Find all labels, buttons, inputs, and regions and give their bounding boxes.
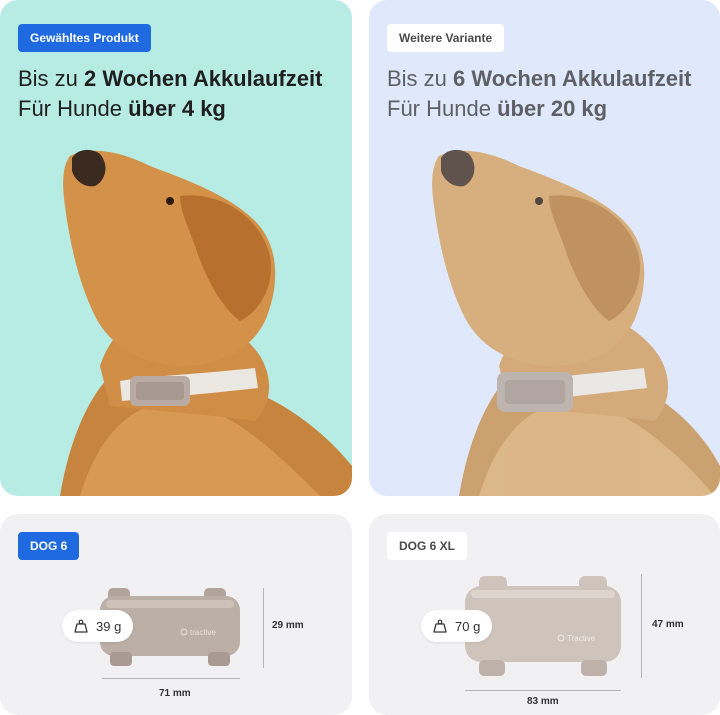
dog-with-xl-collar-image <box>432 149 720 496</box>
dog6xl-weight-value: 70 g <box>455 618 481 634</box>
alternative-product-headline: Bis zu 6 Wochen Akkulaufzeit Für Hunde ü… <box>387 64 691 124</box>
dog6-weight-value: 39 g <box>96 618 122 634</box>
weight-prefix: Für Hunde <box>18 96 129 121</box>
dog6-brand-label: tractive <box>190 628 216 637</box>
dog6-spec-card[interactable]: DOG 6 tractive 39 g 29 mm 71 mm <box>0 514 352 715</box>
dog6-badge: DOG 6 <box>18 532 80 560</box>
dog6xl-badge: DOG 6 XL <box>387 532 468 560</box>
dog-weight: über 4 kg <box>128 96 226 121</box>
alternative-product-badge: Weitere Variante <box>387 24 505 52</box>
dog6xl-height-line <box>641 574 642 678</box>
dog6xl-height-value: 47 mm <box>652 619 684 630</box>
dog-with-collar-image <box>60 149 352 496</box>
dog6xl-width-line <box>465 690 621 691</box>
battery-life: 2 Wochen Akkulaufzeit <box>84 66 323 91</box>
selected-product-badge: Gewähltes Produkt <box>18 24 151 52</box>
battery-prefix: Bis zu <box>18 66 85 91</box>
dog6xl-width-value: 83 mm <box>527 696 559 707</box>
dog6xl-spec-card[interactable]: DOG 6 XL Tractive 70 g 47 mm 83 mm <box>369 514 720 715</box>
dog6-weight-pill: 39 g <box>62 610 134 642</box>
weight-icon <box>433 619 447 633</box>
weight-prefix: Für Hunde <box>387 96 498 121</box>
dog6-width-value: 71 mm <box>159 688 191 699</box>
dog6-height-line <box>263 588 264 668</box>
battery-prefix: Bis zu <box>387 66 454 91</box>
dog6-width-line <box>102 678 240 679</box>
weight-icon <box>74 619 88 633</box>
battery-life: 6 Wochen Akkulaufzeit <box>453 66 692 91</box>
dog6-height-value: 29 mm <box>272 620 304 631</box>
dog6xl-brand-label: Tractive <box>567 634 596 643</box>
dog6xl-weight-pill: 70 g <box>421 610 493 642</box>
dog-weight: über 20 kg <box>497 96 608 121</box>
selected-product-card[interactable]: Gewähltes Produkt Bis zu 2 Wochen Akkula… <box>0 0 352 496</box>
alternative-product-card[interactable]: Weitere Variante Bis zu 6 Wochen Akkulau… <box>369 0 720 496</box>
selected-product-headline: Bis zu 2 Wochen Akkulaufzeit Für Hunde ü… <box>18 64 322 124</box>
